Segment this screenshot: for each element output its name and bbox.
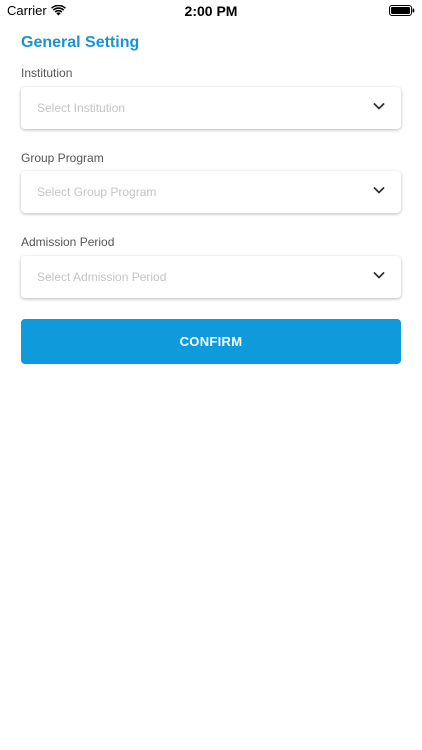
admission-period-select[interactable]: Select Admission Period [21,256,401,298]
group-program-placeholder: Select Group Program [37,185,157,199]
group-program-label: Group Program [21,151,104,165]
institution-label: Institution [21,66,73,80]
status-time: 2:00 PM [184,3,238,19]
institution-placeholder: Select Institution [37,101,126,115]
confirm-button[interactable]: CONFIRM [21,319,401,364]
battery-icon [389,5,415,16]
admission-period-label: Admission Period [21,235,115,249]
institution-select[interactable]: Select Institution [21,87,401,129]
group-program-select[interactable]: Select Group Program [21,171,401,213]
chevron-down-icon [373,103,385,110]
chevron-down-icon [373,187,385,194]
screen: Carrier 2:00 PM General Setting Institut… [0,0,422,750]
chevron-down-icon [373,272,385,279]
page-title: General Setting [21,34,140,51]
admission-period-placeholder: Select Admission Period [37,270,167,284]
status-bar: Carrier 2:00 PM [0,0,422,22]
